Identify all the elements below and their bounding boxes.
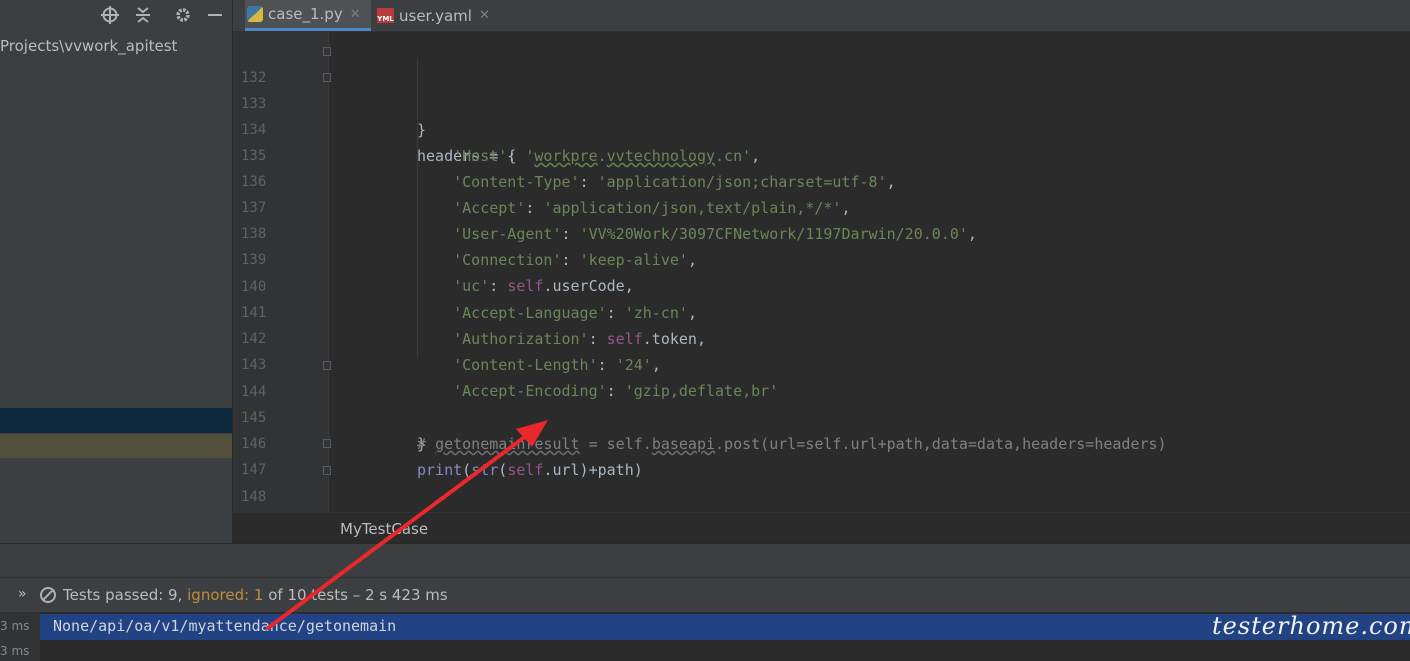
- breadcrumb-class[interactable]: MyTestCase: [340, 520, 428, 538]
- fold-marker-icon[interactable]: [323, 73, 331, 82]
- code-line[interactable]: 142 'Content-Length': '24',: [233, 300, 1410, 374]
- code-line[interactable]: 146 print(str(self.url)+path): [233, 405, 1410, 479]
- code-line[interactable]: 138 'Connection': 'keep-alive',: [233, 195, 1410, 269]
- close-icon[interactable]: ✕: [350, 7, 361, 22]
- status-ignored: ignored: 1: [187, 586, 264, 604]
- code-line[interactable]: 147 # print(getonemainresult.status_code…: [233, 431, 1410, 478]
- code-line[interactable]: 145 # getonemainresult = self.baseapi.po…: [233, 379, 1410, 453]
- sidebar-toolbar: [0, 0, 232, 31]
- code-line[interactable]: 135 'Content-Type': 'application/json;ch…: [233, 117, 1410, 191]
- project-path[interactable]: Projects\vvwork_apitest: [0, 37, 177, 55]
- tab-label: case_1.py: [268, 5, 343, 23]
- watermark-logo: testerhome.com: [1212, 612, 1410, 640]
- code-line[interactable]: 134 'Host': 'workpre.vvtechnology.cn',: [233, 91, 1410, 165]
- run-panel-header: [0, 543, 1410, 578]
- test-status-text: Tests passed: 9, ignored: 1 of 10 tests …: [63, 586, 448, 604]
- collapse-icon[interactable]: [132, 4, 154, 26]
- test-ignored-icon: [40, 587, 56, 603]
- close-icon[interactable]: ✕: [479, 8, 490, 23]
- python-file-icon: [247, 6, 263, 22]
- run-status-bar: » Tests passed: 9, ignored: 1 of 10 test…: [0, 577, 1410, 613]
- run-console[interactable]: 3 ms 3 ms None/api/oa/v1/myattendance/ge…: [0, 612, 1410, 661]
- code-line[interactable]: 149: [233, 484, 1410, 510]
- tree-row-selected[interactable]: [0, 408, 232, 433]
- code-line[interactable]: 144 }: [233, 353, 1410, 453]
- fold-marker-icon[interactable]: [323, 439, 331, 448]
- code-line[interactable]: 148 # print(getonemainresult.url): [233, 458, 1410, 505]
- expand-chevron-icon[interactable]: »: [18, 586, 27, 602]
- gear-icon[interactable]: [172, 4, 194, 26]
- code-line[interactable]: 136 'Accept': 'application/json,text/pla…: [233, 143, 1410, 217]
- tab-case-1-py[interactable]: case_1.py ✕: [245, 0, 371, 31]
- code-line[interactable]: 139 'uc': self.userCode,: [233, 221, 1410, 295]
- editor-tab-bar: case_1.py ✕ YML user.yaml ✕: [233, 0, 1410, 32]
- project-sidebar: Projects\vvwork_apitest: [0, 0, 232, 543]
- console-time-gutter: 3 ms 3 ms: [0, 612, 40, 661]
- tab-user-yaml[interactable]: YML user.yaml ✕: [373, 0, 503, 31]
- fold-marker-icon[interactable]: [323, 361, 331, 370]
- code-line[interactable]: 132 }: [233, 39, 1410, 139]
- test-duration: 3 ms: [0, 619, 30, 633]
- code-line[interactable]: 133 headers = {: [233, 65, 1410, 165]
- code-line[interactable]: 141 'Authorization': self.token,: [233, 274, 1410, 348]
- code-line[interactable]: 140 'Accept-Language': 'zh-cn',: [233, 248, 1410, 322]
- status-prefix: Tests passed: 9,: [63, 586, 188, 604]
- status-suffix: of 10 tests – 2 s 423 ms: [263, 586, 448, 604]
- fold-marker-icon[interactable]: [323, 466, 331, 475]
- crosshair-icon[interactable]: [99, 4, 121, 26]
- tree-row-highlighted[interactable]: [0, 434, 232, 458]
- code-line[interactable]: 143 'Accept-Encoding': 'gzip,deflate,br': [233, 326, 1410, 400]
- console-output-line[interactable]: None/api/oa/v1/myattendance/getonemain: [53, 617, 396, 635]
- yaml-file-icon: YML: [377, 8, 394, 23]
- test-duration: 3 ms: [0, 644, 30, 658]
- tab-label: user.yaml: [399, 6, 472, 25]
- fold-marker-icon[interactable]: [323, 47, 331, 56]
- minimize-icon[interactable]: [204, 4, 226, 26]
- code-line[interactable]: 137 'User-Agent': 'VV%20Work/3097CFNetwo…: [233, 169, 1410, 243]
- breadcrumb: MyTestCase: [233, 512, 1410, 544]
- code-editor[interactable]: 132 } 133 headers = { 134 'Host': 'workp…: [233, 32, 1410, 512]
